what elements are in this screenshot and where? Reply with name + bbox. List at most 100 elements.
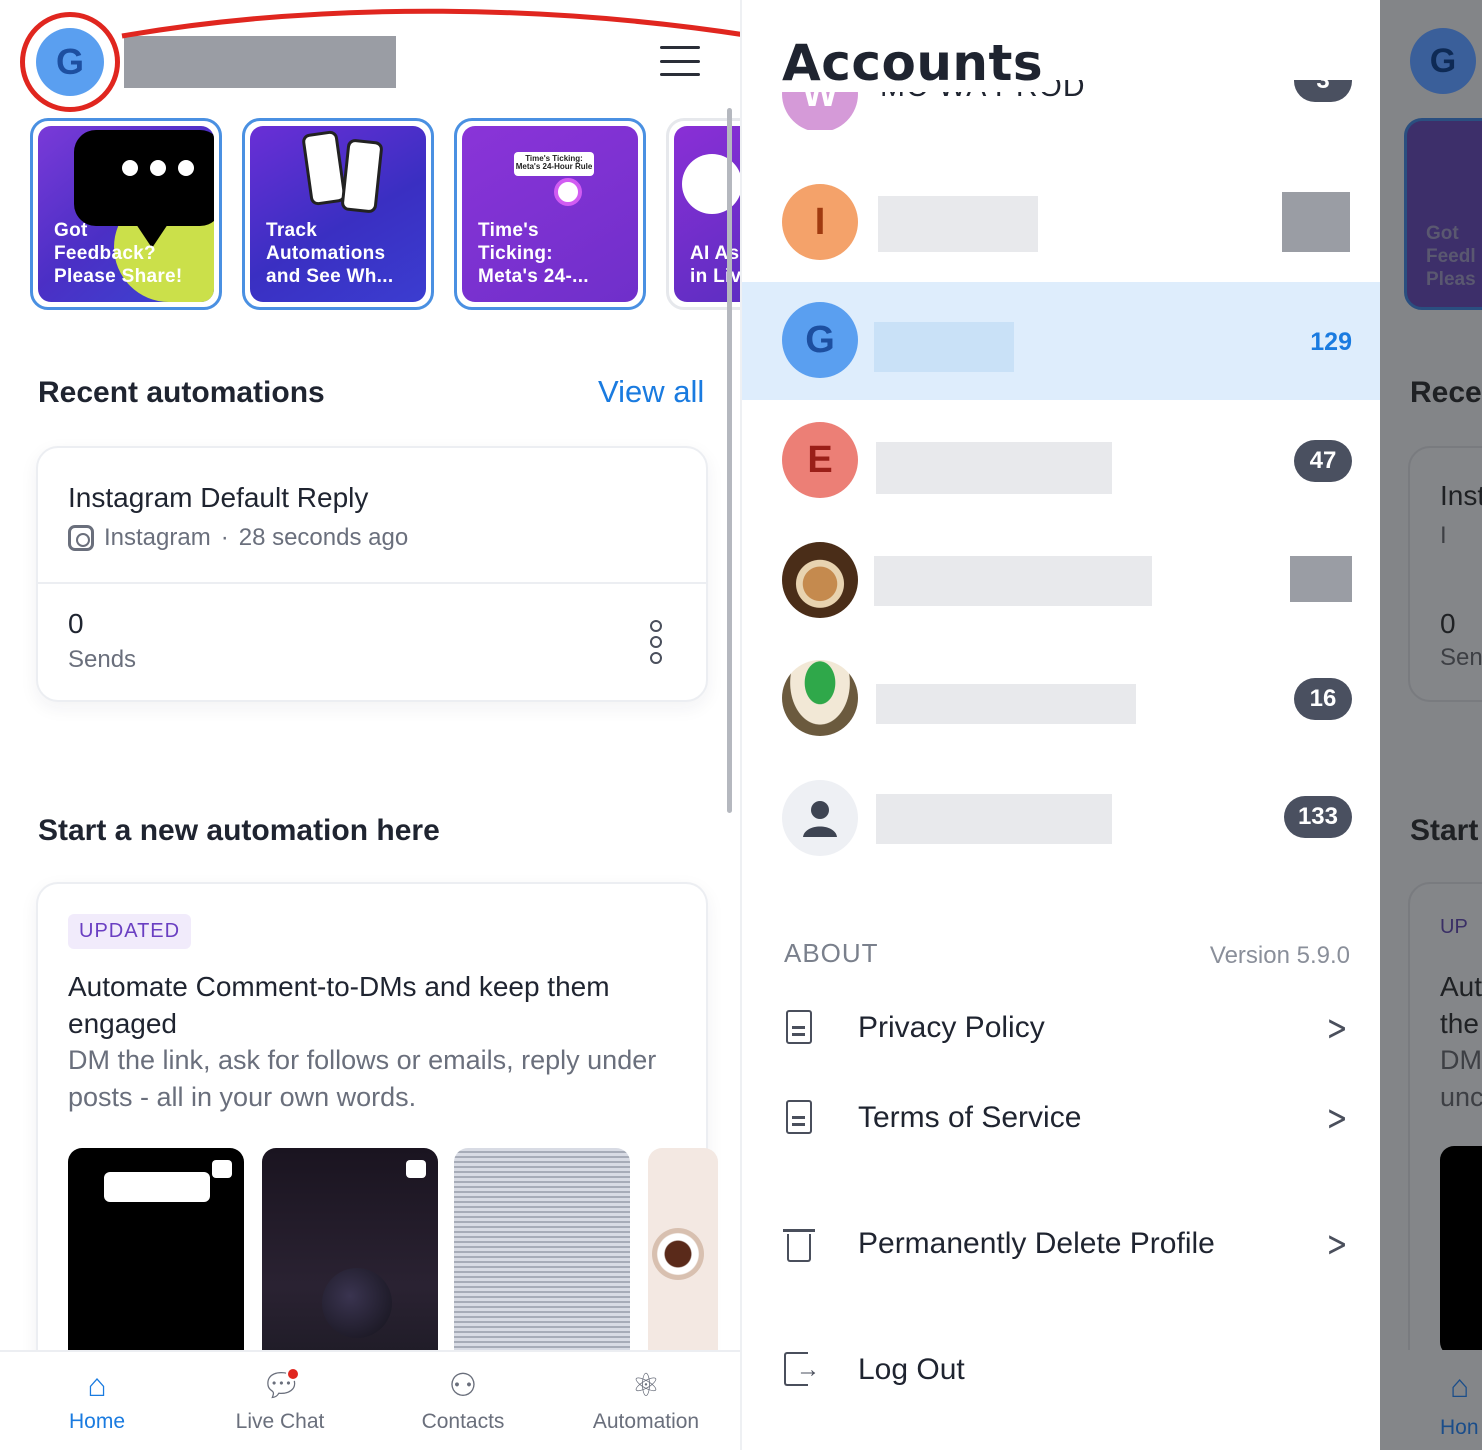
accounts-title: Accounts	[782, 34, 1054, 92]
account-avatar: G	[782, 302, 858, 378]
updated-badge: UP	[1440, 916, 1468, 938]
template-description: DM unc	[1440, 1045, 1482, 1112]
delete-profile-item[interactable]: Permanently Delete Profile >	[782, 1214, 1352, 1274]
template-title: Automate Comment-to-DMs and keep them en…	[68, 971, 610, 1039]
automation-title: Instagram Default Reply	[68, 482, 369, 513]
sends-label: Sends	[68, 646, 137, 673]
account-avatar: I	[782, 184, 858, 260]
template-title: Aut the	[1440, 971, 1482, 1039]
story-art-text: Time's Ticking: Meta's 24-Hour Rule	[514, 152, 594, 176]
template-thumbnail[interactable]	[262, 1148, 438, 1378]
story-card-track[interactable]: Track Automations and See Wh...	[242, 118, 434, 310]
view-all-link[interactable]: View all	[598, 374, 704, 410]
clock-icon	[554, 178, 582, 206]
more-options-icon[interactable]	[650, 620, 664, 664]
account-row[interactable]: 133	[742, 756, 1380, 874]
redacted-account-name	[876, 442, 1112, 494]
menu-label: Permanently Delete Profile	[858, 1227, 1215, 1260]
channel-name: Instagram	[104, 524, 211, 551]
account-count: 129	[1310, 328, 1352, 356]
default-user-avatar	[782, 780, 858, 856]
account-row[interactable]	[742, 518, 1380, 636]
recent-automations-title: Rece	[1410, 376, 1482, 409]
logout-icon: →	[782, 1350, 820, 1390]
account-row[interactable]: 16	[742, 638, 1380, 756]
privacy-policy-item[interactable]: Privacy Policy >	[782, 998, 1352, 1058]
template-thumbnail	[1440, 1146, 1482, 1356]
template-thumbnail[interactable]	[454, 1148, 630, 1378]
recent-automation-card[interactable]: Instagram Default Reply Instagram · 28 s…	[36, 446, 708, 702]
meta-separator: ·	[220, 524, 229, 551]
story-card-feedback[interactable]: Got Feedback? Please Share!	[30, 118, 222, 310]
sends-count: 0	[68, 608, 84, 639]
home-icon: ⌂	[1450, 1368, 1470, 1404]
start-automation-title: Start	[1410, 814, 1479, 847]
document-icon	[782, 1008, 816, 1048]
start-automation-title: Start a new automation here	[38, 814, 440, 847]
automation-meta: I	[1440, 522, 1447, 549]
redacted-account-name	[874, 322, 1014, 372]
tab-contacts[interactable]: ⚇ Contacts	[383, 1366, 543, 1434]
sends-label: Sen	[1440, 644, 1482, 671]
log-out-item[interactable]: → Log Out	[782, 1340, 1352, 1400]
annotation-circle	[20, 12, 120, 112]
account-count-badge: 133	[1283, 796, 1352, 838]
app-version: Version 5.9.0	[1209, 942, 1350, 969]
chevron-right-icon: >	[1326, 1097, 1348, 1139]
template-description: DM the link, ask for follows or emails, …	[68, 1045, 657, 1112]
redacted-account-name	[876, 794, 1112, 844]
story-caption: AI As in Liv	[690, 243, 740, 287]
tab-label: Live Chat	[235, 1410, 325, 1433]
trash-icon	[782, 1224, 816, 1264]
story-caption: Track Automations and See Wh...	[266, 220, 394, 287]
redacted-account-name	[876, 684, 1136, 724]
menu-label: Log Out	[858, 1353, 965, 1386]
user-icon	[803, 801, 837, 837]
story-caption: Got Feedl Pleas	[1426, 223, 1476, 290]
updated-badge: UPDATED	[68, 914, 192, 949]
tab-label: Hon	[1440, 1416, 1479, 1439]
account-row[interactable]: E 47	[742, 400, 1380, 518]
menu-label: Privacy Policy	[858, 1011, 1045, 1044]
tab-live-chat[interactable]: 💬︎ Live Chat	[200, 1366, 360, 1434]
story-caption: Time's Ticking: Meta's 24-...	[478, 220, 589, 287]
tab-home[interactable]: ⌂ Home	[17, 1366, 177, 1434]
bottom-tab-bar: ⌂ Home 💬︎ Live Chat ⚇ Contacts ⚛ Automat…	[0, 1350, 740, 1450]
account-count-badge: 16	[1294, 678, 1352, 720]
redacted-account-name	[124, 36, 396, 88]
dimmed-home-overlay[interactable]: G Got Feedl Pleas Rece Inst I 0 Sen Start …	[1380, 0, 1482, 1450]
tab-automation[interactable]: ⚛ Automation	[566, 1366, 726, 1434]
document-icon	[782, 1098, 816, 1138]
account-count-badge: 3	[1294, 80, 1352, 102]
chat-bubble-icon	[74, 130, 214, 248]
about-section-label: ABOUT	[784, 938, 879, 968]
terms-of-service-item[interactable]: Terms of Service >	[782, 1088, 1352, 1148]
tab-label: Contacts	[421, 1410, 505, 1433]
tab-label: Home	[68, 1410, 126, 1433]
account-avatar: G	[1410, 28, 1476, 94]
redacted-count	[1290, 556, 1352, 602]
instagram-icon	[68, 525, 94, 551]
scrollbar[interactable]	[727, 108, 732, 813]
automation-time: 28 seconds ago	[238, 524, 409, 551]
story-card-timing[interactable]: Time's Ticking: Meta's 24-Hour Rule Time…	[454, 118, 646, 310]
template-thumbnail[interactable]	[68, 1148, 244, 1378]
template-thumbnail[interactable]	[648, 1148, 718, 1378]
redacted-account-name	[878, 196, 1038, 252]
phone-icon	[301, 129, 347, 207]
lamp-photo-avatar	[782, 660, 858, 736]
automation-icon: ⚛	[631, 1367, 661, 1403]
chevron-right-icon: >	[1326, 1223, 1348, 1265]
account-avatar: E	[782, 422, 858, 498]
redacted-account-name	[874, 556, 1152, 606]
account-count-badge: 47	[1294, 440, 1352, 482]
account-row-selected[interactable]: G 129	[742, 282, 1380, 400]
automation-title: Inst	[1440, 480, 1482, 511]
home-screen: G Got Feedback? Please Share! Track Auto…	[0, 0, 740, 1450]
recent-automations-title: Recent automations	[38, 376, 325, 409]
menu-icon[interactable]	[660, 46, 700, 76]
menu-label: Terms of Service	[858, 1101, 1082, 1134]
account-row[interactable]: I	[742, 164, 1380, 282]
template-card[interactable]: UPDATED Automate Comment-to-DMs and keep…	[36, 882, 718, 1402]
unread-dot	[286, 1367, 300, 1381]
